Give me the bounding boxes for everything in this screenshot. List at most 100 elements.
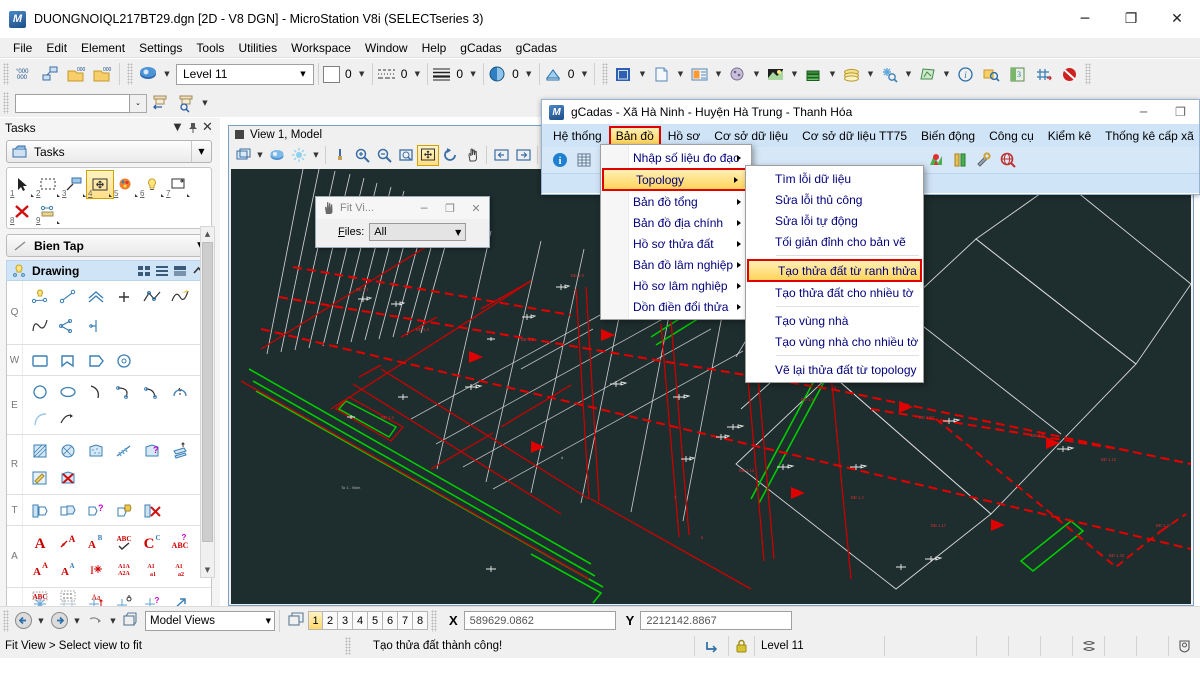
acs-triad-icon[interactable] (1030, 62, 1056, 86)
menu-item-sua-loi-thu-cong[interactable]: Sửa lỗi thủ công (746, 189, 923, 210)
point-cloud-dropdown[interactable]: ▼ (750, 63, 762, 85)
view-toggle-1[interactable]: 1 (308, 611, 323, 630)
fence-tool[interactable]: 2 (35, 171, 61, 198)
modify-arc-angle-icon[interactable] (26, 405, 54, 432)
show-pattern-attributes-icon[interactable]: ? (138, 437, 166, 464)
place-arc-icon[interactable] (82, 378, 110, 405)
column-chart-icon[interactable] (948, 149, 972, 171)
manipulate-tool[interactable]: 4 (86, 170, 114, 199)
drawing-task-group-header[interactable]: Drawing (6, 260, 212, 281)
menu-window[interactable]: Window (358, 39, 415, 57)
tasks-panel-scrollbar[interactable]: ▲ ▼ (200, 226, 215, 578)
no-entry-icon[interactable] (1056, 62, 1082, 86)
element-selection-tool[interactable]: 1 (9, 171, 35, 198)
replace-cell-icon[interactable] (110, 497, 138, 524)
modify-arc-axis-icon[interactable] (54, 405, 82, 432)
identify-cell-icon[interactable]: ? (82, 497, 110, 524)
menu-item-tao-vung-nha-cho-nhieu-to[interactable]: Tạo vùng nhà cho nhiều tờ (746, 331, 923, 352)
analyze-dropdown[interactable]: ▼ (902, 63, 914, 85)
menu-item-sua-loi-tu-dong[interactable]: Sửa lỗi tự động (746, 210, 923, 231)
rotate-view-icon[interactable] (439, 145, 461, 166)
measure-tool[interactable]: 6 (139, 171, 165, 198)
models-icon[interactable] (37, 62, 63, 86)
window-area-icon[interactable] (395, 145, 417, 166)
view-list-button[interactable] (154, 263, 170, 278)
menu-utilities[interactable]: Utilities (231, 39, 284, 57)
lineweight-dropdown-icon[interactable]: ▼ (467, 63, 479, 85)
menu-item-ban-do-dia-chinh[interactable]: Bản đồ địa chính (601, 212, 751, 233)
standard-grip[interactable] (602, 63, 609, 85)
pointer-dropdown[interactable]: ▼ (107, 610, 119, 632)
place-note-icon[interactable]: A (54, 528, 82, 555)
view-previous-icon[interactable] (490, 145, 512, 166)
color-dropdown-icon[interactable]: ▼ (356, 63, 368, 85)
terrain-model-dropdown[interactable]: ▼ (788, 63, 800, 85)
forward-arrow-icon[interactable] (47, 609, 71, 633)
place-polygon-icon[interactable] (110, 347, 138, 374)
menu-item-ban-do-tong[interactable]: Bản đồ tổng (601, 191, 751, 212)
menu-item-tim-loi-du-lieu[interactable]: Tìm lỗi dữ liệu (746, 168, 923, 189)
new-file-icon[interactable]: °000 000 (11, 62, 37, 86)
gcadas-minimize-button[interactable]: ─ (1125, 100, 1162, 124)
place-point-cross-icon[interactable] (110, 283, 138, 310)
search-globe-icon[interactable] (996, 149, 1020, 171)
menu-help[interactable]: Help (415, 39, 454, 57)
level-manager-icon[interactable] (135, 62, 161, 86)
files-select[interactable]: All ▼ (369, 223, 467, 241)
keyin-grip[interactable] (3, 92, 9, 114)
place-text-node-icon[interactable]: I (82, 555, 110, 582)
view-toggle-6[interactable]: 6 (383, 611, 398, 630)
info-icon[interactable]: i (952, 62, 978, 86)
active-color-swatch[interactable] (323, 65, 340, 83)
crosshatch-area-icon[interactable] (54, 437, 82, 464)
menu-item-ho-so-thua-dat[interactable]: Hồ sơ thửa đất (601, 233, 751, 254)
view-display-mode-icon[interactable] (266, 145, 288, 166)
reference-icon[interactable] (648, 62, 674, 86)
view-toggle-8[interactable]: 8 (413, 611, 428, 630)
forward-dropdown[interactable]: ▼ (71, 610, 83, 632)
place-block-icon[interactable] (26, 347, 54, 374)
gcadas-menu-biendong[interactable]: Biến động (914, 126, 982, 146)
back-arrow-icon[interactable] (11, 609, 35, 633)
pattern-area-icon[interactable] (82, 437, 110, 464)
raster-manager-dropdown[interactable]: ▼ (712, 63, 724, 85)
match-text-icon[interactable]: CC (138, 528, 166, 555)
menu-item-ban-do-lam-nghiep[interactable]: Bản đồ lâm nghiệp (601, 254, 751, 275)
change-text-attributes-icon[interactable]: AA (26, 555, 54, 582)
menu-item-tao-thua-dat-tu-ranh-thua[interactable]: Tạo thửa đất từ ranh thửa (747, 259, 922, 282)
line-weight-icon[interactable] (432, 66, 451, 82)
view-brightness-dropdown[interactable]: ▼ (310, 144, 322, 166)
menu-item-tao-vung-nha[interactable]: Tạo vùng nhà (746, 310, 923, 331)
menu-item-tao-thua-dat-cho-nhieu-to[interactable]: Tạo thửa đất cho nhiều tờ (746, 282, 923, 303)
levels-stack-icon[interactable] (838, 62, 864, 86)
fit-view-icon[interactable] (417, 144, 439, 166)
spell-check-icon[interactable]: ABC (110, 528, 138, 555)
open-file-icon[interactable]: 000 (63, 62, 89, 86)
pin-icon[interactable] (185, 120, 200, 136)
place-active-cell-icon[interactable] (54, 497, 82, 524)
view-panel-button[interactable] (172, 263, 188, 278)
menu-file[interactable]: File (6, 39, 39, 57)
pointer-icon[interactable] (83, 609, 107, 633)
view-large-icons-button[interactable] (136, 263, 152, 278)
view-toggle-4[interactable]: 4 (353, 611, 368, 630)
place-ellipse-icon[interactable] (54, 378, 82, 405)
construct-bisector-icon[interactable] (54, 313, 82, 340)
minimize-button[interactable]: ─ (1062, 0, 1108, 38)
save-file-icon[interactable]: 000 (89, 62, 115, 86)
reference-dropdown[interactable]: ▼ (674, 63, 686, 85)
map-pin-icon[interactable] (924, 149, 948, 171)
coords-grip[interactable] (431, 609, 437, 632)
level-manager-dropdown[interactable]: ▼ (161, 63, 173, 85)
menu-edit[interactable]: Edit (39, 39, 74, 57)
place-smartline-icon[interactable] (138, 283, 166, 310)
chevron-down-icon[interactable]: ▼ (266, 617, 271, 625)
database-icon[interactable] (800, 62, 826, 86)
view-toggle-5[interactable]: 5 (368, 611, 383, 630)
model-views-combo[interactable]: Model Views ▼ (145, 610, 275, 631)
edit-text-icon[interactable]: AB (82, 528, 110, 555)
place-text-icon[interactable]: A (26, 528, 54, 555)
linestyle-dropdown-icon[interactable]: ▼ (411, 63, 423, 85)
menu-item-topology[interactable]: Topology (602, 168, 750, 191)
back-dropdown[interactable]: ▼ (35, 610, 47, 632)
